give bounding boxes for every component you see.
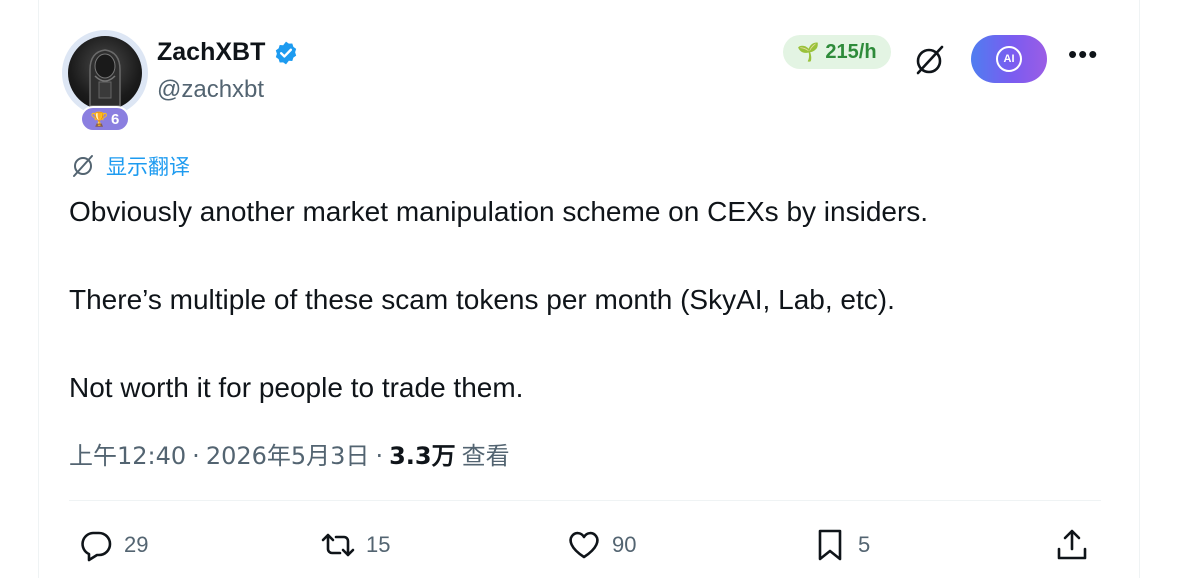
ai-button[interactable]: AI xyxy=(971,35,1047,83)
show-translation-label: 显示翻译 xyxy=(106,155,190,179)
rate-value: 215/h xyxy=(825,40,877,63)
author-name-row[interactable]: ZachXBT xyxy=(157,38,299,67)
more-icon[interactable]: ••• xyxy=(1068,41,1098,67)
tweet-date[interactable]: 2026年5月3日 xyxy=(206,436,370,471)
like-icon xyxy=(569,531,599,559)
like-count: 90 xyxy=(612,532,637,557)
bookmark-icon xyxy=(818,529,842,561)
like-button[interactable]: 90 xyxy=(566,527,636,563)
repost-count: 15 xyxy=(366,532,391,557)
trophy-icon: 🏆 xyxy=(90,110,109,127)
reply-button[interactable]: 29 xyxy=(78,527,148,563)
view-label: 查看 xyxy=(461,442,510,470)
bookmark-count: 5 xyxy=(858,532,871,557)
reply-count: 29 xyxy=(124,532,149,557)
divider xyxy=(69,500,1101,501)
tweet-time[interactable]: 上午12:40 xyxy=(69,436,186,471)
bookmark-button[interactable]: 5 xyxy=(812,527,870,563)
author-name: ZachXBT xyxy=(157,38,266,66)
translate-icon[interactable] xyxy=(912,42,948,78)
repost-icon xyxy=(321,533,355,557)
tweet-body: Obviously another market manipulation sc… xyxy=(69,190,928,410)
avatar[interactable] xyxy=(62,30,148,116)
avatar-image xyxy=(68,36,142,110)
view-count[interactable]: 3.3万 xyxy=(389,436,456,471)
sprout-icon: 🌱 xyxy=(797,41,820,62)
verified-icon xyxy=(276,41,297,64)
tweet-meta: 上午12:40 · 2026年5月3日 · 3.3万 查看 xyxy=(69,436,510,471)
repost-button[interactable]: 15 xyxy=(320,527,390,563)
ai-icon: AI xyxy=(996,46,1022,72)
author-handle[interactable]: @zachxbt xyxy=(157,76,264,104)
tweet-line: Not worth it for people to trade them. xyxy=(69,372,524,403)
badge-count: 6 xyxy=(111,110,120,128)
reply-icon xyxy=(81,531,112,562)
show-translation-link[interactable]: 显示翻译 xyxy=(70,151,190,181)
separator: · xyxy=(375,442,384,470)
tweet-line: Obviously another market manipulation sc… xyxy=(69,196,929,227)
achievement-badge[interactable]: 🏆 6 xyxy=(80,106,130,132)
rate-pill[interactable]: 🌱 215/h xyxy=(783,35,891,69)
share-icon[interactable] xyxy=(1054,527,1090,563)
translate-icon xyxy=(73,155,93,177)
separator: · xyxy=(192,442,200,470)
tweet-line: There’s multiple of these scam tokens pe… xyxy=(69,284,895,315)
